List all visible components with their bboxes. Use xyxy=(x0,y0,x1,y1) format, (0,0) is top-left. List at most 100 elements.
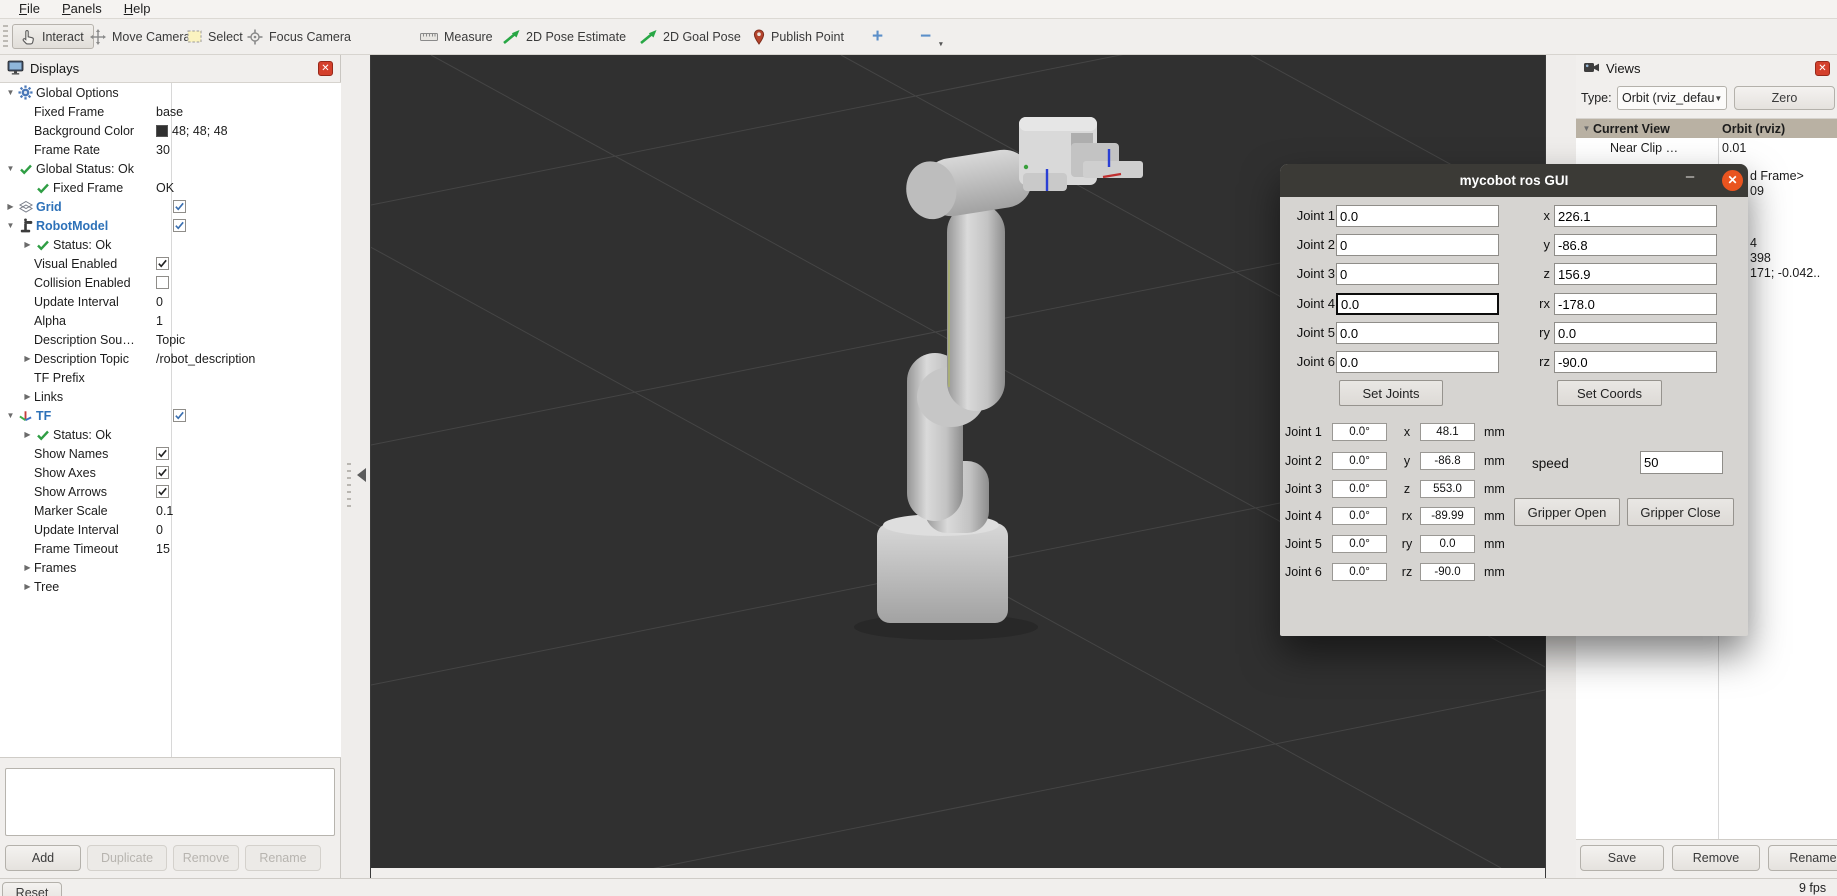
rename-view-button[interactable]: Rename xyxy=(1768,845,1837,871)
dialog-titlebar[interactable]: mycobot ros GUI – ✕ xyxy=(1280,164,1748,197)
row-label: Background Color xyxy=(34,124,134,138)
expander-closed-icon[interactable]: ▶ xyxy=(21,430,34,439)
displays-row-update-interval[interactable]: Update Interval0 xyxy=(0,520,341,539)
displays-row-background-color[interactable]: Background Color48; 48; 48 xyxy=(0,121,341,140)
checkbox-checked[interactable] xyxy=(173,200,186,213)
displays-row-frame-timeout[interactable]: Frame Timeout15 xyxy=(0,539,341,558)
check-icon xyxy=(34,180,51,196)
displays-row-tree[interactable]: ▶Tree xyxy=(0,577,341,596)
displays-row-robotmodel[interactable]: ▼RobotModel xyxy=(0,216,341,235)
left-panel-splitter[interactable] xyxy=(341,55,371,878)
expander-open-icon[interactable]: ▼ xyxy=(4,221,17,230)
tool-2d-pose-estimate[interactable]: 2D Pose Estimate xyxy=(503,24,626,49)
joint-3-input[interactable] xyxy=(1336,263,1499,285)
checkbox-checked[interactable] xyxy=(156,466,169,479)
displays-row-frames[interactable]: ▶Frames xyxy=(0,558,341,577)
minimize-button[interactable]: – xyxy=(1680,168,1700,185)
displays-row-fixed-frame[interactable]: Fixed FrameOK xyxy=(0,178,341,197)
displays-row-links[interactable]: ▶Links xyxy=(0,387,341,406)
displays-row-update-interval[interactable]: Update Interval0 xyxy=(0,292,341,311)
displays-row-show-names[interactable]: Show Names xyxy=(0,444,341,463)
status-axis-label: z xyxy=(1396,482,1418,496)
displays-row-alpha[interactable]: Alpha1 xyxy=(0,311,341,330)
set-coords-button[interactable]: Set Coords xyxy=(1557,380,1662,406)
coord-ry-input[interactable] xyxy=(1554,322,1717,344)
add-button[interactable]: Add xyxy=(5,845,81,871)
joint-1-input[interactable] xyxy=(1336,205,1499,227)
views-close-button[interactable]: ✕ xyxy=(1815,61,1830,76)
tool-measure[interactable]: Measure xyxy=(420,24,493,49)
joint-2-input[interactable] xyxy=(1336,234,1499,256)
row-value: 30 xyxy=(156,143,170,157)
views-row-near-clip-[interactable]: Near Clip …0.01 xyxy=(1576,138,1837,157)
set-joints-button[interactable]: Set Joints xyxy=(1339,380,1443,406)
checkbox-checked[interactable] xyxy=(173,219,186,232)
tool-select[interactable]: Select xyxy=(187,24,243,49)
displays-row-status-ok[interactable]: ▶Status: Ok xyxy=(0,425,341,444)
checkbox-checked[interactable] xyxy=(173,409,186,422)
speed-input[interactable] xyxy=(1640,451,1723,474)
views-row-current-view[interactable]: ▼Current ViewOrbit (rviz) xyxy=(1576,119,1837,138)
row-label: Frame Rate xyxy=(34,143,100,157)
tool-interact[interactable]: Interact xyxy=(12,24,94,49)
coord-y-input[interactable] xyxy=(1554,234,1717,256)
expander-closed-icon[interactable]: ▶ xyxy=(21,563,34,572)
joint-5-input[interactable] xyxy=(1336,322,1499,344)
displays-row-visual-enabled[interactable]: Visual Enabled xyxy=(0,254,341,273)
tool-+[interactable]: + xyxy=(872,24,883,49)
displays-row-marker-scale[interactable]: Marker Scale0.1 xyxy=(0,501,341,520)
expander-open-icon[interactable]: ▼ xyxy=(1580,124,1593,133)
displays-row-global-status-ok[interactable]: ▼Global Status: Ok xyxy=(0,159,341,178)
displays-row-grid[interactable]: ▶Grid xyxy=(0,197,341,216)
coord-rx-input[interactable] xyxy=(1554,293,1717,315)
expander-open-icon[interactable]: ▼ xyxy=(4,411,17,420)
expander-closed-icon[interactable]: ▶ xyxy=(21,240,34,249)
expander-closed-icon[interactable]: ▶ xyxy=(21,582,34,591)
menu-item-panels[interactable]: Panels xyxy=(51,0,113,18)
displays-row-show-arrows[interactable]: Show Arrows xyxy=(0,482,341,501)
coord-rz-input[interactable] xyxy=(1554,351,1717,373)
save-view-button[interactable]: Save xyxy=(1580,845,1664,871)
collapse-left-arrow-icon[interactable] xyxy=(357,468,366,482)
expander-closed-icon[interactable]: ▶ xyxy=(21,354,34,363)
expander-open-icon[interactable]: ▼ xyxy=(4,164,17,173)
tool-move-camera[interactable]: Move Camera xyxy=(90,24,191,49)
close-button[interactable]: ✕ xyxy=(1722,170,1743,191)
tool-publish-point[interactable]: Publish Point xyxy=(753,24,844,49)
coord-z-input[interactable] xyxy=(1554,263,1717,285)
checkbox-checked[interactable] xyxy=(156,447,169,460)
displays-row-description-topic[interactable]: ▶Description Topic/robot_description xyxy=(0,349,341,368)
expander-closed-icon[interactable]: ▶ xyxy=(4,202,17,211)
joint-6-input[interactable] xyxy=(1336,351,1499,373)
status-joint-degrees: 0.0° xyxy=(1332,423,1387,441)
displays-row-tf-prefix[interactable]: TF Prefix xyxy=(0,368,341,387)
expander-open-icon[interactable]: ▼ xyxy=(4,88,17,97)
checkbox-unchecked[interactable] xyxy=(156,276,169,289)
menu-item-file[interactable]: File xyxy=(8,0,51,18)
gripper-open-button[interactable]: Gripper Open xyxy=(1514,498,1620,526)
tool-2d-goal-pose[interactable]: 2D Goal Pose xyxy=(640,24,741,49)
displays-close-button[interactable]: ✕ xyxy=(318,61,333,76)
menu-item-help[interactable]: Help xyxy=(113,0,162,18)
toolbar-drag-handle[interactable] xyxy=(3,25,8,49)
reset-button[interactable]: Reset xyxy=(2,882,62,896)
checkbox-checked[interactable] xyxy=(156,485,169,498)
displays-row-description-sou-[interactable]: Description Sou…Topic xyxy=(0,330,341,349)
joint-4-input[interactable] xyxy=(1336,293,1499,315)
tool-focus-camera[interactable]: Focus Camera xyxy=(247,24,351,49)
views-type-dropdown[interactable]: Orbit (rviz_defau ▼ xyxy=(1617,86,1727,110)
displays-row-frame-rate[interactable]: Frame Rate 30 xyxy=(0,140,341,159)
displays-row-collision-enabled[interactable]: Collision Enabled xyxy=(0,273,341,292)
expander-closed-icon[interactable]: ▶ xyxy=(21,392,34,401)
zero-button[interactable]: Zero xyxy=(1734,86,1835,110)
remove-view-button[interactable]: Remove xyxy=(1672,845,1760,871)
coord-x-input[interactable] xyxy=(1554,205,1717,227)
displays-row-global-options[interactable]: ▼Global Options xyxy=(0,83,341,102)
checkbox-checked[interactable] xyxy=(156,257,169,270)
displays-row-show-axes[interactable]: Show Axes xyxy=(0,463,341,482)
displays-row-status-ok[interactable]: ▶Status: Ok xyxy=(0,235,341,254)
displays-row-fixed-frame[interactable]: Fixed Framebase xyxy=(0,102,341,121)
displays-row-tf[interactable]: ▼TF xyxy=(0,406,341,425)
gripper-close-button[interactable]: Gripper Close xyxy=(1627,498,1734,526)
tool-−[interactable]: −▾ xyxy=(920,24,943,49)
